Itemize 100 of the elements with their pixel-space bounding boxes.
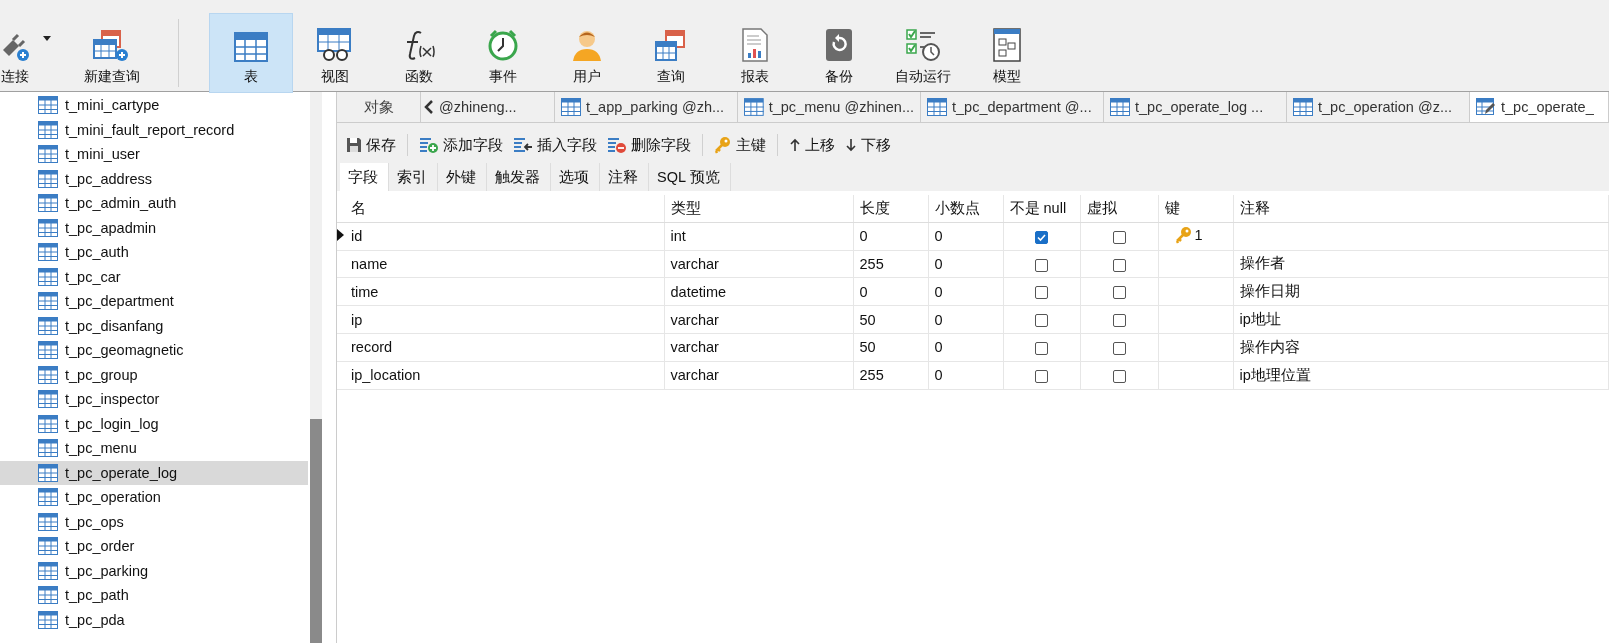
table-icon (927, 98, 947, 116)
editor-tab[interactable]: @zhineng... (437, 92, 555, 122)
toolbar-button[interactable]: 上移 (784, 135, 840, 155)
column-header: 名 (351, 199, 366, 216)
toolbar-button[interactable]: 添加字段 (414, 135, 508, 155)
table-list-item[interactable]: t_pc_department (0, 289, 308, 314)
toolbar-button[interactable]: 插入字段 (508, 135, 602, 155)
table-list-item[interactable]: t_pc_order (0, 534, 308, 559)
toolbar-button[interactable]: 删除字段 (602, 135, 696, 155)
table-list-item[interactable]: t_pc_disanfang (0, 313, 308, 338)
table-cell: 0 (934, 367, 943, 384)
checkbox[interactable] (1112, 342, 1126, 356)
table-cell: 操作内容 (1239, 338, 1300, 355)
table-list-item[interactable]: t_pc_ops (0, 509, 308, 534)
toolbar-button[interactable]: 视图 (293, 13, 377, 93)
table-list-item[interactable]: t_pc_apadmin (0, 215, 308, 240)
toolbar-button[interactable]: 主键 (709, 135, 771, 155)
table-list-item[interactable]: t_pc_path (0, 583, 308, 608)
table-cell: 1 (1194, 226, 1203, 243)
table-icon (38, 488, 58, 507)
editor-tab[interactable]: t_pc_operate_ (1470, 92, 1609, 122)
table-cell: ip_location (351, 367, 421, 384)
arrow-down-icon (845, 138, 857, 152)
table-icon (38, 218, 58, 237)
table-list-item[interactable]: t_pc_operate_log (0, 460, 308, 485)
table-icon (38, 414, 58, 433)
checkbox[interactable] (1112, 230, 1126, 244)
table-icon (38, 586, 58, 605)
checkbox[interactable] (1112, 286, 1126, 300)
table-list-item[interactable]: t_pc_geomagnetic (0, 338, 308, 363)
alarm-clock-icon (486, 28, 520, 62)
table-list-item[interactable]: t_pc_login_log (0, 411, 308, 436)
checkbox[interactable] (1112, 258, 1126, 272)
checkbox[interactable] (1035, 342, 1048, 356)
table-cell: name (351, 256, 388, 272)
checkbox[interactable] (1035, 314, 1048, 328)
column-header: 长度 (859, 199, 890, 216)
table-list-item[interactable]: t_pc_admin_auth (0, 191, 308, 216)
checkbox[interactable] (1035, 369, 1048, 383)
table-icon (38, 120, 58, 139)
table-list-item[interactable]: t_pc_menu (0, 436, 308, 461)
insert-field-icon (513, 136, 533, 154)
table-cell: ip地址 (1239, 311, 1281, 328)
toolbar-button[interactable]: 函数 (377, 13, 461, 93)
table-cell: 0 (934, 283, 943, 300)
checkbox[interactable] (1035, 286, 1048, 300)
table-cell: 0 (934, 339, 943, 356)
table-cell: 0 (934, 311, 943, 328)
toolbar-button[interactable]: 自动运行 (881, 13, 965, 93)
table-icon (1293, 98, 1313, 116)
table-cell: 0 (934, 256, 943, 272)
table-icon (38, 292, 58, 311)
table-list-item[interactable]: t_pc_car (0, 264, 308, 289)
table-list-item[interactable]: t_pc_auth (0, 240, 308, 265)
scroll-left-icon[interactable] (424, 100, 434, 114)
column-header: 不是 null (1009, 199, 1067, 216)
checkbox[interactable] (1112, 314, 1126, 328)
table-cell: varchar (670, 367, 719, 384)
toolbar-button[interactable]: 下移 (840, 135, 896, 155)
toolbar-button[interactable]: 备份 (797, 13, 881, 93)
table-list-item[interactable]: t_pc_address (0, 166, 308, 191)
table-cell: 操作者 (1239, 255, 1285, 272)
report-icon (740, 28, 770, 62)
delete-field-icon (607, 136, 627, 154)
checklist-clock-icon (905, 28, 941, 62)
toolbar-button[interactable]: 事件 (461, 13, 545, 93)
toolbar-button[interactable]: 新建查询 (70, 13, 154, 93)
column-header: 注释 (1239, 199, 1270, 216)
toolbar-button[interactable]: 报表 (713, 13, 797, 93)
toolbar-button[interactable]: 查询 (629, 13, 713, 93)
backup-icon (824, 28, 854, 62)
table-list-item[interactable]: t_pc_group (0, 362, 308, 387)
save-icon (346, 137, 362, 153)
toolbar-button[interactable]: 连接 (0, 13, 40, 93)
subtab[interactable]: 字段 (340, 163, 389, 191)
toolbar-button[interactable]: 保存 (341, 135, 401, 155)
table-icon (38, 537, 58, 556)
table-icon (38, 96, 58, 115)
table-icon (1110, 98, 1130, 116)
table-list-item[interactable]: t_mini_cartype (0, 93, 308, 118)
table-cell: id (351, 228, 363, 245)
table-cell: int (670, 228, 686, 245)
table-icon (234, 32, 268, 62)
scrollbar-thumb[interactable] (310, 419, 322, 643)
user-icon (571, 28, 603, 62)
table-list-item[interactable]: t_pc_parking (0, 558, 308, 583)
checkbox[interactable] (1112, 369, 1126, 383)
table-list-item[interactable]: t_pc_inspector (0, 387, 308, 412)
toolbar-button[interactable]: 用户 (545, 13, 629, 93)
checkbox[interactable] (1035, 258, 1048, 272)
toolbar-button[interactable]: 表 (209, 13, 293, 93)
table-list-item[interactable]: t_pc_operation (0, 485, 308, 510)
table-list-item[interactable]: t_mini_user (0, 142, 308, 167)
checkbox[interactable] (1035, 230, 1048, 244)
table-list-item[interactable]: t_pc_pda (0, 607, 308, 632)
table-icon (38, 194, 58, 213)
table-list-item[interactable]: t_mini_fault_report_record (0, 117, 308, 142)
table-cell: 0 (859, 228, 868, 245)
toolbar-button[interactable]: 模型 (965, 13, 1049, 93)
table-cell: 50 (859, 311, 876, 328)
